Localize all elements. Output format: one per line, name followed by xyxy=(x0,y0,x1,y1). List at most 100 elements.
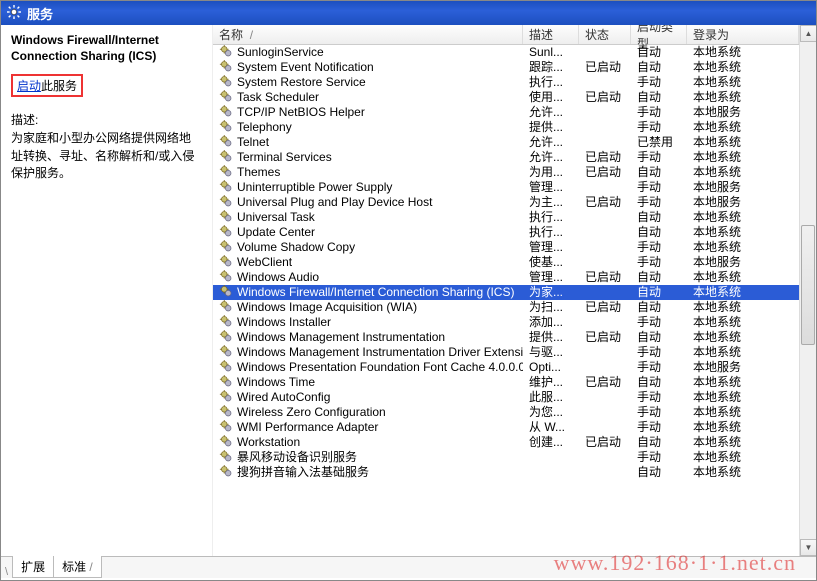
service-row[interactable]: 搜狗拼音输入法基础服务自动本地系统 xyxy=(213,465,799,480)
service-row[interactable]: 暴风移动设备识别服务手动本地系统 xyxy=(213,450,799,465)
service-startup-text: 手动 xyxy=(631,450,687,465)
service-status-text xyxy=(579,75,631,90)
service-name-text: Telephony xyxy=(237,120,292,135)
service-logon-text: 本地服务 xyxy=(687,105,799,120)
service-name-text: Volume Shadow Copy xyxy=(237,240,355,255)
service-status-text xyxy=(579,465,631,480)
service-row[interactable]: WMI Performance Adapter从 W...手动本地系统 xyxy=(213,420,799,435)
service-status-text xyxy=(579,315,631,330)
tab-extended[interactable]: 扩展 xyxy=(12,556,54,578)
service-name-text: 暴风移动设备识别服务 xyxy=(237,450,357,465)
tab-standard[interactable]: 标准 / xyxy=(53,556,102,578)
service-row[interactable]: Universal Task执行...自动本地系统 xyxy=(213,210,799,225)
service-desc-text: 执行... xyxy=(523,75,579,90)
service-startup-text: 手动 xyxy=(631,315,687,330)
service-gear-icon xyxy=(219,210,233,225)
service-startup-text: 手动 xyxy=(631,105,687,120)
service-row[interactable]: Windows Time维护...已启动自动本地系统 xyxy=(213,375,799,390)
service-desc-text: 维护... xyxy=(523,375,579,390)
service-name-text: WebClient xyxy=(237,255,292,270)
header-description[interactable]: 描述 xyxy=(523,25,579,44)
service-name-text: Windows Audio xyxy=(237,270,319,285)
service-row[interactable]: Task Scheduler使用...已启动自动本地系统 xyxy=(213,90,799,105)
service-row[interactable]: Volume Shadow Copy管理...手动本地系统 xyxy=(213,240,799,255)
service-gear-icon xyxy=(219,45,233,60)
service-row[interactable]: WebClient使基...手动本地服务 xyxy=(213,255,799,270)
service-gear-icon xyxy=(219,315,233,330)
service-status-text: 已启动 xyxy=(579,435,631,450)
service-row[interactable]: System Restore Service执行...手动本地系统 xyxy=(213,75,799,90)
service-row[interactable]: Windows Firewall/Internet Connection Sha… xyxy=(213,285,799,300)
service-status-text: 已启动 xyxy=(579,300,631,315)
vertical-scrollbar[interactable]: ▲ ▼ xyxy=(799,25,816,556)
service-gear-icon xyxy=(219,330,233,345)
service-logon-text: 本地系统 xyxy=(687,465,799,480)
service-row[interactable]: Telephony提供...手动本地系统 xyxy=(213,120,799,135)
service-gear-icon xyxy=(219,135,233,150)
service-status-text xyxy=(579,390,631,405)
service-startup-text: 自动 xyxy=(631,270,687,285)
scroll-up-button[interactable]: ▲ xyxy=(800,25,816,42)
service-row[interactable]: Windows Installer添加...手动本地系统 xyxy=(213,315,799,330)
service-logon-text: 本地系统 xyxy=(687,150,799,165)
service-status-text: 已启动 xyxy=(579,375,631,390)
service-logon-text: 本地系统 xyxy=(687,135,799,150)
service-row[interactable]: Telnet允许...已禁用本地系统 xyxy=(213,135,799,150)
header-startup-type[interactable]: 启动类型 xyxy=(631,25,687,44)
service-desc-text: 此服... xyxy=(523,390,579,405)
service-gear-icon xyxy=(219,375,233,390)
service-row[interactable]: Wireless Zero Configuration为您...手动本地系统 xyxy=(213,405,799,420)
service-row[interactable]: Windows Presentation Foundation Font Cac… xyxy=(213,360,799,375)
service-gear-icon xyxy=(219,60,233,75)
service-row[interactable]: Update Center执行...自动本地系统 xyxy=(213,225,799,240)
service-row[interactable]: Universal Plug and Play Device Host为主...… xyxy=(213,195,799,210)
service-row[interactable]: Windows Management Instrumentation提供...已… xyxy=(213,330,799,345)
service-name-text: Windows Firewall/Internet Connection Sha… xyxy=(237,285,514,300)
service-startup-text: 手动 xyxy=(631,360,687,375)
service-status-text xyxy=(579,240,631,255)
window-title: 服务 xyxy=(27,4,53,23)
service-name-text: Wired AutoConfig xyxy=(237,390,330,405)
service-gear-icon xyxy=(219,345,233,360)
service-row[interactable]: Windows Image Acquisition (WIA)为扫...已启动自… xyxy=(213,300,799,315)
service-name-text: SunloginService xyxy=(237,45,324,60)
service-logon-text: 本地系统 xyxy=(687,210,799,225)
service-row[interactable]: Terminal Services允许...已启动手动本地系统 xyxy=(213,150,799,165)
service-startup-text: 手动 xyxy=(631,240,687,255)
service-row[interactable]: Wired AutoConfig此服...手动本地系统 xyxy=(213,390,799,405)
service-row[interactable]: Workstation创建...已启动自动本地系统 xyxy=(213,435,799,450)
service-row[interactable]: Windows Audio管理...已启动自动本地系统 xyxy=(213,270,799,285)
service-startup-text: 手动 xyxy=(631,75,687,90)
service-logon-text: 本地服务 xyxy=(687,180,799,195)
service-startup-text: 自动 xyxy=(631,435,687,450)
service-startup-text: 自动 xyxy=(631,60,687,75)
service-name-text: Windows Management Instrumentation Drive… xyxy=(237,345,523,360)
service-status-text: 已启动 xyxy=(579,150,631,165)
description-text: 为家庭和小型办公网络提供网络地址转换、寻址、名称解析和/或入侵保护服务。 xyxy=(11,130,202,182)
service-name-text: Terminal Services xyxy=(237,150,332,165)
service-row[interactable]: System Event Notification跟踪...已启动自动本地系统 xyxy=(213,60,799,75)
details-pane: Windows Firewall/Internet Connection Sha… xyxy=(1,25,213,556)
header-name[interactable]: 名称 / xyxy=(213,25,523,44)
service-name-text: Uninterruptible Power Supply xyxy=(237,180,392,195)
service-name-text: Wireless Zero Configuration xyxy=(237,405,386,420)
service-row[interactable]: TCP/IP NetBIOS Helper允许...手动本地服务 xyxy=(213,105,799,120)
service-gear-icon xyxy=(219,150,233,165)
service-gear-icon xyxy=(219,420,233,435)
service-row[interactable]: Themes为用...已启动自动本地系统 xyxy=(213,165,799,180)
header-logon-as[interactable]: 登录为 xyxy=(687,25,799,44)
header-status[interactable]: 状态 xyxy=(579,25,631,44)
scroll-down-button[interactable]: ▼ xyxy=(800,539,816,556)
service-status-text: 已启动 xyxy=(579,330,631,345)
service-desc-text: 提供... xyxy=(523,120,579,135)
start-service-link[interactable]: 启动 xyxy=(17,79,41,93)
service-row[interactable]: Windows Management Instrumentation Drive… xyxy=(213,345,799,360)
service-desc-text: 管理... xyxy=(523,270,579,285)
service-status-text: 已启动 xyxy=(579,60,631,75)
service-name-text: Telnet xyxy=(237,135,269,150)
service-desc-text: 创建... xyxy=(523,435,579,450)
service-row[interactable]: SunloginServiceSunl...自动本地系统 xyxy=(213,45,799,60)
service-startup-text: 自动 xyxy=(631,165,687,180)
scroll-thumb[interactable] xyxy=(801,225,815,345)
service-row[interactable]: Uninterruptible Power Supply管理...手动本地服务 xyxy=(213,180,799,195)
